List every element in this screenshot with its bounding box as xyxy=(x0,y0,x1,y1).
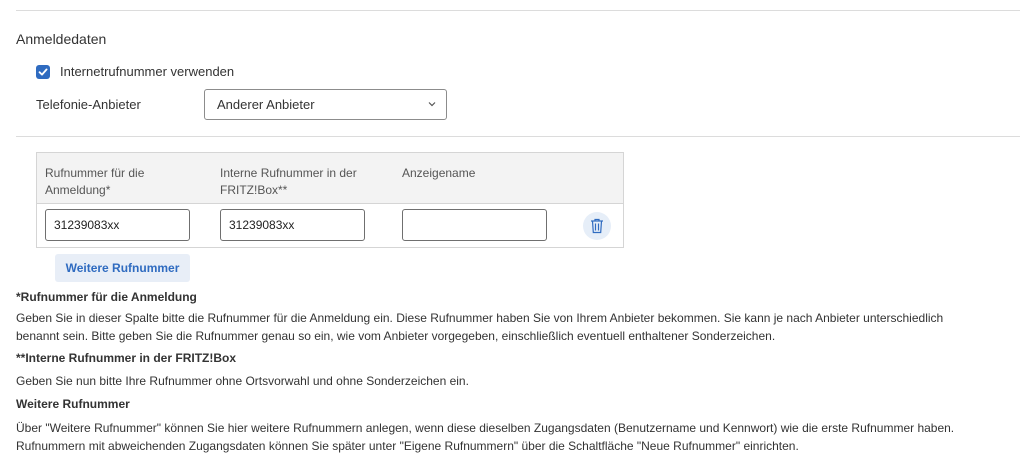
checkbox[interactable] xyxy=(36,64,50,79)
provider-label: Telefonie-Anbieter xyxy=(36,97,141,112)
info-heading-internal-number: **Interne Rufnummer in der FRITZ!Box xyxy=(16,351,237,365)
provider-select[interactable]: Anderer Anbieter xyxy=(204,89,447,120)
checkmark-icon xyxy=(38,68,48,75)
info-text-more-numbers-line2: Rufnummern mit abweichenden Zugangsdaten… xyxy=(16,439,799,453)
middle-divider xyxy=(16,136,1020,137)
chevron-down-icon xyxy=(428,102,436,107)
column-header-display-name: Anzeigename xyxy=(402,166,476,180)
info-heading-login-number: *Rufnummer für die Anmeldung xyxy=(16,290,197,304)
checkbox-label: Internetrufnummer verwenden xyxy=(60,64,235,79)
info-text-login-number-line2: benannt sein. Bitte geben Sie die Rufnum… xyxy=(16,329,776,343)
info-text-login-number-line1: Geben Sie in dieser Spalte bitte die Ruf… xyxy=(16,311,944,325)
login-number-input[interactable]: 31239083xx xyxy=(45,209,190,241)
internet-number-checkbox-row[interactable]: Internetrufnummer verwenden xyxy=(36,64,234,79)
table-header: Rufnummer für die Anmeldung* Interne Ruf… xyxy=(37,153,623,204)
info-text-more-numbers-line1: Über "Weitere Rufnummer" können Sie hier… xyxy=(16,421,955,435)
info-text-internal-number: Geben Sie nun bitte Ihre Rufnummer ohne … xyxy=(16,374,469,388)
add-number-button[interactable]: Weitere Rufnummer xyxy=(55,254,190,282)
number-table: Rufnummer für die Anmeldung* Interne Ruf… xyxy=(36,152,624,248)
internal-number-input[interactable]: 31239083xx xyxy=(220,209,365,241)
trash-icon xyxy=(591,218,603,234)
top-divider xyxy=(16,10,1020,11)
delete-row-button[interactable] xyxy=(583,212,611,240)
display-name-input[interactable] xyxy=(402,209,547,241)
column-header-login-number: Rufnummer für die Anmeldung* xyxy=(45,166,145,197)
info-heading-more-numbers: Weitere Rufnummer xyxy=(16,397,130,411)
section-title: Anmeldedaten xyxy=(16,31,107,47)
column-header-internal-number: Interne Rufnummer in der FRITZ!Box** xyxy=(220,166,357,197)
provider-select-value: Anderer Anbieter xyxy=(217,97,315,112)
